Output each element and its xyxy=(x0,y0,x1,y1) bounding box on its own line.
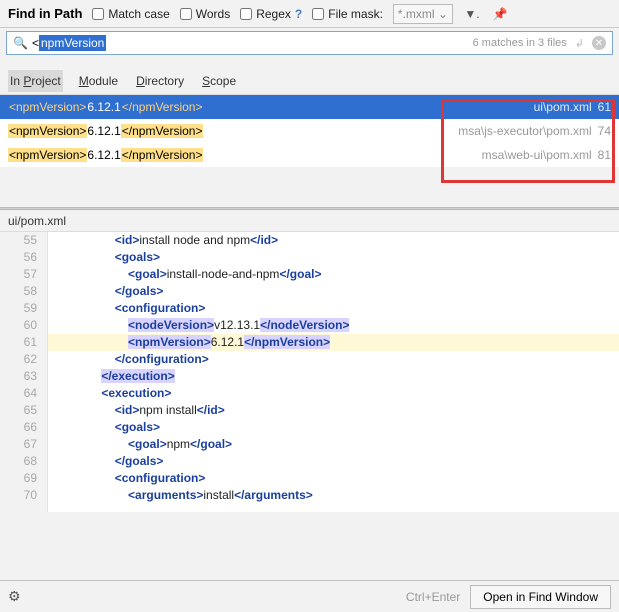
tab-module[interactable]: Module xyxy=(77,70,120,92)
search-text-prefix: < xyxy=(32,36,39,50)
bottom-bar: ⚙ Ctrl+Enter Open in Find Window xyxy=(0,580,619,612)
gear-icon[interactable]: ⚙ xyxy=(8,588,21,605)
filter-icon[interactable]: ▼. xyxy=(463,5,481,23)
result-row[interactable]: <npmVersion>6.12.1</npmVersion>msa\js-ex… xyxy=(0,119,619,143)
open-in-find-window-button[interactable]: Open in Find Window xyxy=(470,585,611,609)
result-row[interactable]: <npmVersion>6.12.1</npmVersion>ui\pom.xm… xyxy=(0,95,619,119)
tab-scope[interactable]: Scope xyxy=(200,70,238,92)
search-icon: 🔍 xyxy=(13,36,28,50)
dialog-title: Find in Path xyxy=(8,6,82,21)
tab-in-project[interactable]: In Project xyxy=(8,70,63,92)
code-viewer[interactable]: 55565758596061626364656667686970 <id>ins… xyxy=(0,232,619,512)
top-toolbar: Find in Path Match case Words Regex ? Fi… xyxy=(0,0,619,28)
words-checkbox[interactable] xyxy=(180,8,192,20)
code-lines: <id>install node and npm</id> <goals> <g… xyxy=(48,232,619,512)
result-row[interactable]: <npmVersion>6.12.1</npmVersion>msa\web-u… xyxy=(0,143,619,167)
file-mask-checkbox[interactable] xyxy=(312,8,324,20)
pin-icon[interactable]: 📌 xyxy=(491,5,509,23)
clear-icon[interactable]: ✕ xyxy=(592,36,606,50)
search-input[interactable]: 🔍 <npmVersion 6 matches in 3 files ↲ ✕ xyxy=(6,31,613,55)
newline-icon[interactable]: ↲ xyxy=(575,37,584,50)
regex-checkbox[interactable] xyxy=(240,8,252,20)
file-mask-option[interactable]: File mask: xyxy=(312,7,383,21)
file-mask-dropdown[interactable]: *.mxml⌄ xyxy=(393,4,453,24)
chevron-down-icon: ⌄ xyxy=(438,7,448,21)
search-text-selection: npmVersion xyxy=(39,35,106,51)
line-gutter: 55565758596061626364656667686970 xyxy=(0,232,48,512)
search-status: 6 matches in 3 files ↲ ✕ xyxy=(473,36,606,50)
tab-directory[interactable]: Directory xyxy=(134,70,186,92)
regex-option[interactable]: Regex ? xyxy=(240,7,302,21)
preview-pane: ui/pom.xml 55565758596061626364656667686… xyxy=(0,210,619,512)
words-option[interactable]: Words xyxy=(180,7,230,21)
match-case-option[interactable]: Match case xyxy=(92,7,169,21)
results-list[interactable]: <npmVersion>6.12.1</npmVersion>ui\pom.xm… xyxy=(0,94,619,167)
search-row: 🔍 <npmVersion 6 matches in 3 files ↲ ✕ xyxy=(0,28,619,58)
regex-help-icon[interactable]: ? xyxy=(295,7,302,21)
shortcut-hint: Ctrl+Enter xyxy=(406,590,460,604)
preview-file-path: ui/pom.xml xyxy=(0,210,619,232)
scope-tabs: In Project Module Directory Scope xyxy=(0,68,619,94)
match-case-checkbox[interactable] xyxy=(92,8,104,20)
